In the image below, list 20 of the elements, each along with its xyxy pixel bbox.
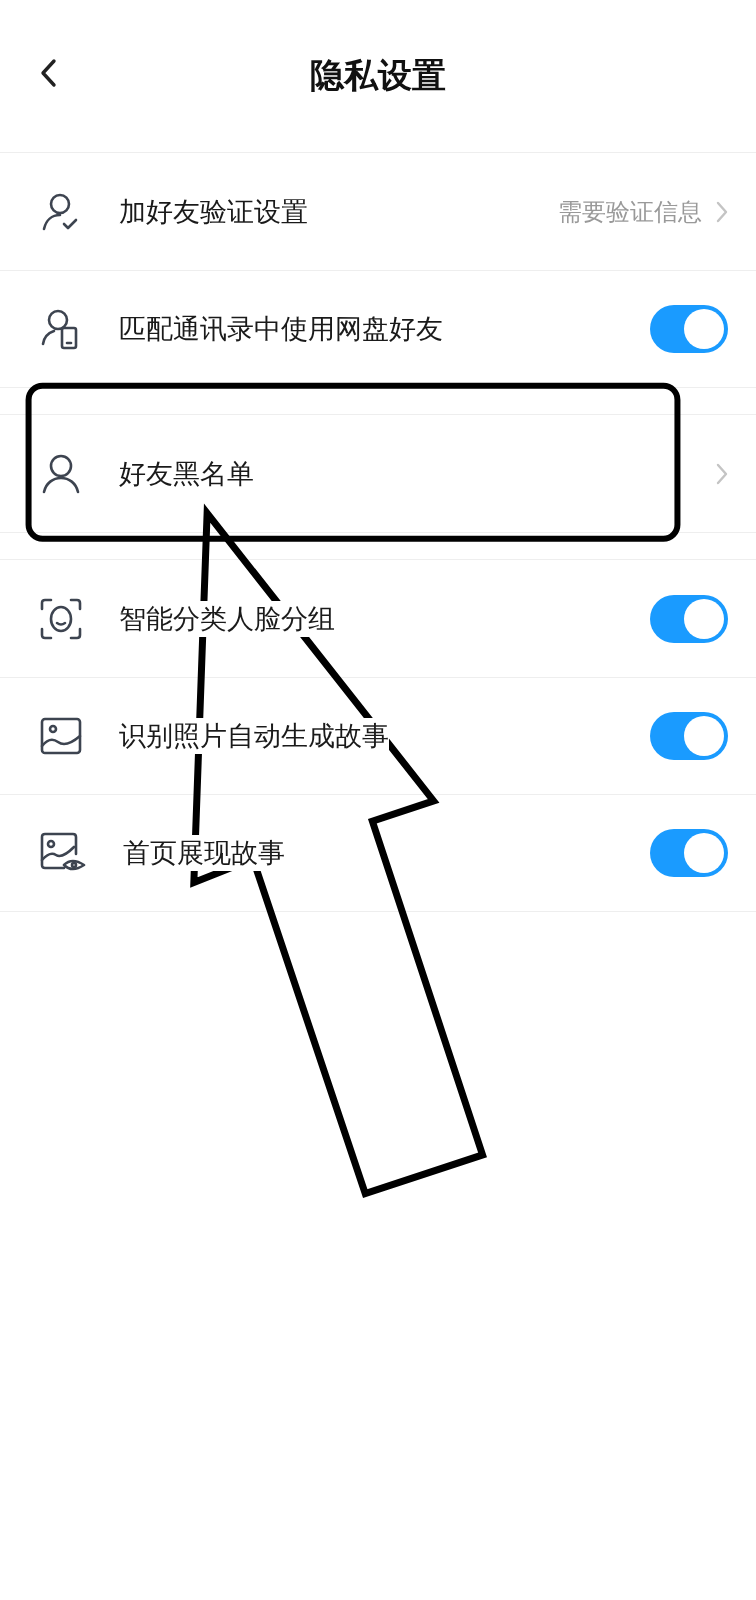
toggle-switch[interactable]: [650, 305, 728, 353]
image-icon: [40, 715, 82, 757]
settings-row[interactable]: 识别照片自动生成故事: [0, 677, 756, 794]
page-title: 隐私设置: [310, 54, 446, 97]
setting-label: 智能分类人脸分组: [119, 600, 335, 637]
person-icon: [40, 452, 82, 495]
chevron-right-icon: [716, 462, 728, 485]
chevron-right-icon: [716, 200, 728, 223]
setting-label: 首页展现故事: [123, 835, 285, 871]
settings-row[interactable]: 加好友验证设置 需要验证信息: [0, 153, 756, 270]
settings-row[interactable]: 智能分类人脸分组: [0, 560, 756, 677]
settings-row[interactable]: 匹配通讯录中使用网盘好友: [0, 270, 756, 387]
toggle-switch[interactable]: [650, 829, 728, 877]
toggle-switch[interactable]: [650, 712, 728, 760]
setting-value: 需要验证信息: [558, 196, 702, 228]
settings-row[interactable]: 首页展现故事: [0, 794, 756, 911]
face-scan-icon: [40, 597, 82, 640]
setting-label: 识别照片自动生成故事: [119, 718, 389, 754]
toggle-switch[interactable]: [650, 594, 728, 643]
settings-row[interactable]: 好友黑名单: [0, 415, 756, 532]
